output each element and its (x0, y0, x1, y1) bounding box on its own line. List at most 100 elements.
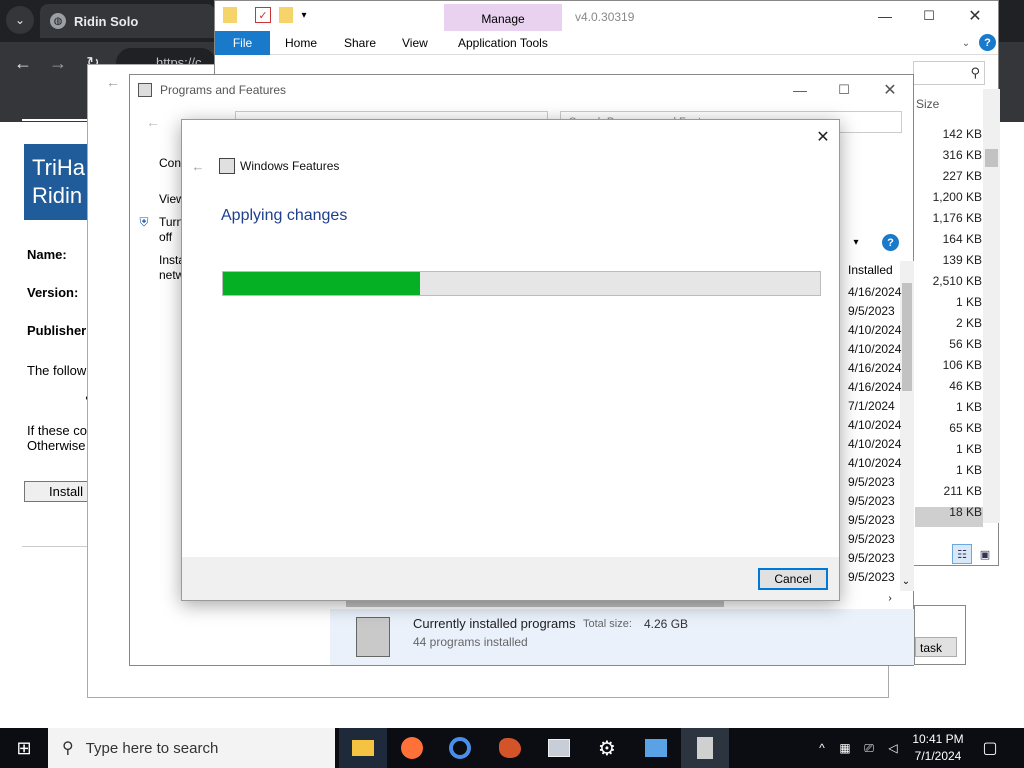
list-scrollbar[interactable] (900, 261, 914, 591)
back-icon[interactable]: ← (104, 73, 122, 91)
size-cell: 18 KB (949, 505, 982, 519)
tab-search-icon[interactable]: ⌄ (6, 6, 34, 34)
folder-icon (223, 7, 237, 23)
view-dropdown-icon[interactable]: ▾ (850, 235, 862, 249)
chromium-icon[interactable] (436, 728, 484, 768)
ethernet-icon[interactable]: ⎚ (860, 738, 878, 758)
scrollbar[interactable] (983, 89, 1000, 523)
size-cell: 46 KB (949, 379, 982, 393)
installed-date-cell: 7/1/2024 (848, 399, 895, 413)
total-size-label: Total size: (583, 618, 632, 630)
tab-share[interactable]: Share (344, 31, 376, 55)
clock-time: 10:41 PM (912, 732, 964, 746)
control-panel-icon[interactable] (632, 728, 680, 768)
sidebar-link-windows-features[interactable]: Turn (159, 215, 183, 229)
size-cell: 2 KB (955, 316, 982, 330)
tab-view[interactable]: View (402, 31, 428, 55)
notifications-icon[interactable]: ▢ (978, 736, 1002, 760)
forward-icon[interactable]: → (45, 50, 71, 76)
close-icon[interactable]: ✕ (870, 77, 910, 103)
chevron-up-icon[interactable]: ^ (814, 738, 830, 758)
help-icon[interactable]: ? (979, 34, 996, 51)
size-cell: 211 KB (943, 484, 982, 498)
installed-date-cell: 9/5/2023 (848, 551, 895, 565)
size-cell: 139 KB (942, 253, 982, 267)
size-cell: 164 KB (942, 232, 982, 246)
dialog-heading: Applying changes (221, 207, 348, 224)
sidebar-link-windows-features-2[interactable]: off (159, 230, 172, 244)
installed-date-cell: 9/5/2023 (848, 532, 895, 546)
installed-on-header[interactable]: Installed (848, 263, 902, 277)
maximize-icon[interactable]: ☐ (824, 77, 864, 103)
size-column-header[interactable]: Size (916, 97, 939, 111)
back-icon[interactable]: ← (144, 113, 162, 131)
app-icon[interactable] (486, 728, 534, 768)
size-cell: 1 KB (955, 295, 982, 309)
minimize-icon[interactable]: — (865, 3, 905, 29)
qat-dropdown-icon[interactable]: ▾ (297, 7, 311, 23)
programs-icon (138, 83, 152, 97)
note-text: If these co (27, 423, 87, 438)
new-folder-icon[interactable] (279, 7, 293, 23)
taskbar-search[interactable]: ⚲ Type here to search (48, 728, 335, 768)
close-icon[interactable]: ✕ (812, 126, 834, 148)
tab-home[interactable]: Home (285, 31, 317, 55)
total-size-value: 4.26 GB (644, 617, 689, 631)
version-label: Version: (27, 285, 79, 300)
help-icon[interactable]: ? (882, 234, 899, 251)
windows-start-icon[interactable]: ⊞ (0, 728, 48, 768)
scroll-down-icon[interactable]: ⌄ (900, 574, 912, 588)
window-title: v4.0.30319 (575, 10, 635, 24)
size-cell: 1,176 KB (932, 211, 982, 225)
file-explorer-icon[interactable] (339, 728, 387, 768)
globe-icon: ◍ (50, 13, 66, 29)
browser-tab[interactable]: ◍ Ridin Solo (40, 4, 215, 38)
scrollbar-thumb[interactable] (985, 149, 998, 167)
hscrollbar-thumb[interactable] (346, 600, 724, 607)
details-pane: Currently installed programs Total size:… (330, 609, 914, 665)
taskbar: ⊞ ⚲ Type here to search ⚙ ^ ▦ ⎚ ◁ 10:41 … (0, 728, 1024, 768)
note-text-2: Otherwise (27, 438, 86, 453)
task-button[interactable]: task (915, 637, 957, 657)
firefox-icon[interactable] (388, 728, 436, 768)
search-placeholder: Type here to search (85, 739, 219, 757)
size-cell: 316 KB (942, 148, 982, 162)
scroll-right-icon[interactable]: › (883, 591, 897, 605)
dialog-title: Windows Features (240, 159, 340, 173)
divider (22, 119, 88, 121)
details-view-icon[interactable]: ☷ (952, 544, 972, 564)
volume-muted-icon[interactable]: ◁ (884, 738, 902, 758)
installed-date-cell: 9/5/2023 (848, 475, 895, 489)
installer-icon (356, 617, 390, 657)
scrollbar-thumb[interactable] (902, 283, 912, 391)
maximize-icon[interactable]: ☐ (909, 3, 949, 29)
install-button[interactable]: Install (24, 481, 94, 502)
network-icon[interactable]: ▦ (836, 738, 854, 758)
properties-icon[interactable]: ✓ (255, 7, 271, 23)
large-icons-view-icon[interactable]: ▣ (975, 544, 995, 564)
search-icon: ⚲ (62, 740, 74, 757)
tab-application-tools[interactable]: Application Tools (458, 31, 548, 55)
back-icon[interactable]: ← (190, 158, 206, 174)
search-box[interactable]: ⚲ (913, 61, 985, 85)
cancel-button[interactable]: Cancel (758, 568, 828, 590)
installed-date-cell: 9/5/2023 (848, 513, 895, 527)
close-icon[interactable]: ✕ (955, 3, 995, 29)
minimize-icon[interactable]: — (780, 77, 820, 103)
installer-icon[interactable] (681, 728, 729, 768)
back-icon[interactable]: ← (10, 50, 36, 76)
publisher-label: Publisher (27, 323, 87, 338)
clock[interactable]: 10:41 PM 7/1/2024 (906, 731, 970, 765)
tab-file[interactable]: File (215, 31, 270, 55)
size-cell: 1 KB (955, 442, 982, 456)
manage-tab[interactable]: Manage (444, 4, 562, 31)
monitor-app-icon[interactable] (535, 728, 583, 768)
search-icon: ⚲ (970, 65, 980, 80)
size-cell: 1 KB (955, 400, 982, 414)
ribbon-collapse-icon[interactable]: ⌄ (959, 35, 973, 51)
installed-date-cell: 4/10/2024 (848, 437, 902, 451)
size-cell: 142 KB (942, 127, 982, 141)
size-cell: 1,200 KB (932, 190, 982, 204)
settings-gear-icon[interactable]: ⚙ (583, 728, 631, 768)
sidebar-link-control-panel[interactable]: Con (159, 156, 181, 170)
